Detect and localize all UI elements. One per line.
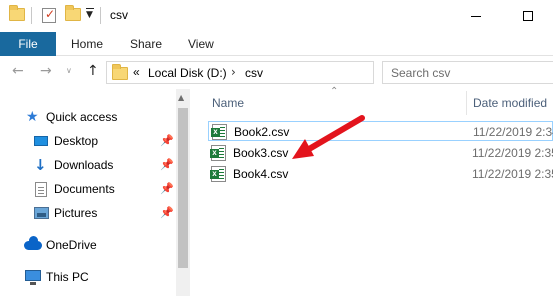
sidebar-item-quick-access[interactable]: ★ Quick access (0, 106, 176, 128)
recent-locations-chevron-icon[interactable]: ∨ (66, 66, 72, 75)
pin-icon: 📌 (160, 206, 174, 219)
documents-icon (35, 182, 47, 197)
back-icon[interactable]: ← (12, 63, 24, 79)
file-date: 11/22/2019 2:35 (472, 167, 553, 181)
desktop-icon (34, 136, 48, 146)
sidebar-item-downloads[interactable]: ↓ Downloads 📌 (0, 154, 176, 176)
breadcrumb-local-disk[interactable]: Local Disk (D:) (148, 66, 227, 80)
sidebar-item-label: Quick access (46, 110, 118, 124)
column-header: ⌃ Name Date modified (198, 86, 553, 116)
file-name: Book4.csv (233, 167, 289, 181)
scrollbar-thumb[interactable] (178, 108, 188, 268)
excel-file-icon (210, 145, 226, 161)
column-divider[interactable] (466, 91, 467, 115)
customize-toolbar-chevron-icon[interactable]: ▼ (86, 8, 94, 20)
breadcrumb-csv[interactable]: csv (245, 66, 263, 80)
scroll-up-chevron-icon[interactable]: ▲ (178, 93, 184, 102)
sidebar-item-documents[interactable]: Documents 📌 (0, 178, 176, 200)
annotation-arrow-icon (292, 115, 365, 159)
minimize-icon (471, 15, 481, 17)
pin-icon: 📌 (160, 182, 174, 195)
sort-ascending-chevron-icon: ⌃ (330, 86, 339, 97)
sidebar-item-onedrive[interactable]: OneDrive (0, 234, 176, 256)
maximize-button[interactable] (505, 0, 551, 32)
forward-icon[interactable]: → (40, 63, 52, 79)
search-placeholder: Search csv (391, 66, 451, 80)
star-icon: ★ (26, 109, 39, 125)
this-pc-icon (25, 270, 41, 285)
file-name: Book3.csv (233, 146, 289, 160)
search-input[interactable]: Search csv (382, 61, 553, 84)
column-date-modified[interactable]: Date modified (473, 96, 547, 110)
tab-view[interactable]: View (188, 37, 214, 51)
sidebar-item-label: Downloads (54, 158, 114, 172)
tab-home[interactable]: Home (71, 37, 103, 51)
new-folder-icon[interactable] (65, 5, 81, 21)
sidebar-item-label: Documents (54, 182, 115, 196)
onedrive-icon (24, 236, 42, 250)
column-name[interactable]: Name (212, 96, 244, 110)
arrow-shaft (301, 115, 365, 155)
sidebar-item-pictures[interactable]: Pictures 📌 (0, 202, 176, 224)
sidebar-item-label: Pictures (54, 206, 98, 220)
breadcrumb-overflow[interactable]: « (133, 65, 140, 79)
excel-file-icon (211, 124, 227, 140)
ribbon: File Home Share View (0, 32, 553, 56)
sidebar-item-desktop[interactable]: Desktop 📌 (0, 130, 176, 152)
file-name: Book2.csv (234, 125, 290, 139)
navigation-pane: ★ Quick access Desktop 📌 ↓ Downloads 📌 D… (0, 89, 176, 296)
minimize-button[interactable] (453, 0, 499, 32)
folder-icon (112, 64, 128, 80)
tab-file[interactable]: File (0, 32, 56, 56)
up-icon[interactable]: ↑ (87, 63, 99, 79)
title-bar: ▼ csv (0, 0, 553, 32)
folder-icon (9, 5, 25, 21)
file-date: 11/22/2019 2:35 (472, 146, 553, 160)
sidebar-item-label: OneDrive (46, 238, 97, 252)
excel-file-icon (210, 166, 226, 182)
maximize-icon (523, 11, 533, 21)
properties-icon[interactable] (42, 7, 56, 23)
file-date: 11/22/2019 2:34 (473, 125, 553, 139)
pin-icon: 📌 (160, 158, 174, 171)
tab-share[interactable]: Share (130, 37, 162, 51)
toolbar-divider (100, 7, 101, 24)
breadcrumb-separator[interactable]: › (231, 65, 236, 79)
pictures-icon (34, 207, 49, 219)
downloads-icon: ↓ (34, 156, 47, 174)
window-title: csv (110, 8, 128, 22)
toolbar-divider (31, 7, 32, 24)
pin-icon: 📌 (160, 134, 174, 147)
address-bar[interactable]: « Local Disk (D:) › csv ∨ ↻ (106, 61, 471, 84)
sidebar-item-label: Desktop (54, 134, 99, 148)
address-row: ← → ∨ ↑ « Local Disk (D:) › csv ∨ ↻ Sear… (0, 57, 553, 89)
sidebar-item-label: This PC (46, 270, 89, 284)
file-row-book3[interactable]: Book3.csv 11/22/2019 2:35 (208, 143, 553, 163)
sidebar-item-this-pc[interactable]: This PC (0, 266, 176, 288)
file-row-book2[interactable]: Book2.csv 11/22/2019 2:34 (208, 121, 553, 141)
file-row-book4[interactable]: Book4.csv 11/22/2019 2:35 (208, 164, 553, 184)
